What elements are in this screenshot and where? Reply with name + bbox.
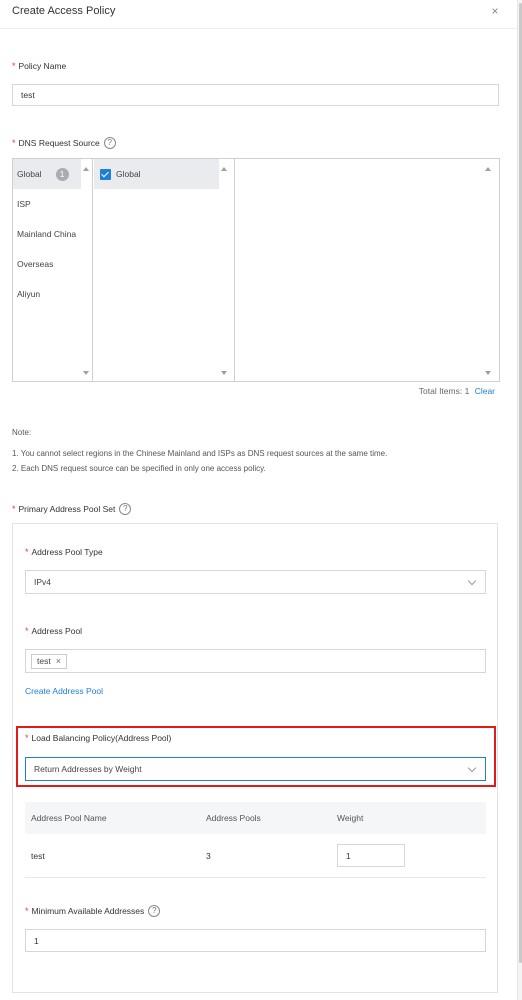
clear-link[interactable]: Clear [475,386,495,396]
category-item-overseas[interactable]: Overseas [13,249,81,279]
category-label: Overseas [17,259,54,269]
scroll-up-icon[interactable] [485,167,491,171]
scroll-up-icon[interactable] [221,167,227,171]
cell-pool-name: test [31,851,45,861]
pool-type-label-text: Address Pool Type [31,547,103,557]
category-item-mainland-china[interactable]: Mainland China [13,219,81,249]
chevron-down-icon [467,763,477,773]
source-option-list: Global [94,159,235,381]
min-addresses-label: * Minimum Available Addresses ? [25,905,161,917]
note-line-2: 2. Each DNS request source can be specif… [12,464,266,473]
min-addresses-value: 1 [34,935,39,946]
pool-type-select[interactable]: IPv4 [25,570,486,594]
chevron-down-icon [467,576,477,586]
lb-policy-value: Return Addresses by Weight [34,764,142,774]
col-header-name: Address Pool Name [31,813,107,823]
policy-name-input[interactable]: test [12,84,499,106]
pool-type-label: * Address Pool Type [25,547,103,557]
dialog-scrollbar[interactable] [517,0,522,1000]
policy-name-value: test [21,90,35,100]
required-mark: * [12,138,16,148]
option-item-global[interactable]: Global [94,159,219,189]
category-scrollbar[interactable] [81,159,93,381]
required-mark: * [12,504,16,514]
policy-name-label-text: Policy Name [18,61,67,71]
table-row: test 3 1 [25,834,486,878]
pool-table-header: Address Pool Name Address Pools Weight [25,802,486,834]
selected-list [236,159,499,381]
primary-pool-label-text: Primary Address Pool Set [18,504,116,514]
option-label: Global [116,169,141,179]
help-icon[interactable]: ? [119,503,132,515]
category-label: ISP [17,199,31,209]
primary-pool-label: * Primary Address Pool Set ? [12,503,132,515]
required-mark: * [25,626,29,636]
help-icon[interactable]: ? [148,905,161,917]
lb-policy-label: * Load Balancing Policy(Address Pool) [25,733,171,743]
lb-policy-select[interactable]: Return Addresses by Weight [25,757,486,781]
pool-type-value: IPv4 [34,577,52,587]
help-icon[interactable]: ? [103,137,116,149]
create-address-pool-link[interactable]: Create Address Pool [25,686,103,696]
total-items: Total Items: 1 [418,386,470,396]
scroll-down-icon[interactable] [83,371,89,375]
source-category-list: Global 1 ISP Mainland China Overseas Ali… [13,159,93,381]
lb-policy-label-text: Load Balancing Policy(Address Pool) [31,733,172,743]
col-header-pools: Address Pools [206,813,261,823]
close-icon[interactable]: × [56,656,61,666]
category-item-isp[interactable]: ISP [13,189,81,219]
transfer-footer: Total Items: 1 Clear [419,386,495,396]
min-addresses-input[interactable]: 1 [25,929,486,952]
scroll-up-icon[interactable] [83,167,89,171]
tag-label: test [37,656,51,666]
category-item-aliyun[interactable]: Aliyun [13,279,81,309]
dialog-title: Create Access Policy [12,5,116,17]
address-pool-label: * Address Pool [25,626,82,636]
category-label: Global [17,169,42,179]
min-addresses-label-text: Minimum Available Addresses [31,906,145,916]
category-item-global[interactable]: Global 1 [13,159,81,189]
required-mark: * [12,61,16,71]
policy-name-label: * Policy Name [12,61,66,71]
dns-source-label: * DNS Request Source ? [12,137,116,149]
close-icon[interactable]: × [489,5,501,17]
col-header-weight: Weight [337,813,364,823]
count-badge: 1 [55,167,69,181]
address-pool-multiselect[interactable]: test × [25,649,486,673]
address-pool-label-text: Address Pool [31,626,83,636]
dns-source-label-text: DNS Request Source [18,138,100,148]
header-divider [0,28,517,29]
address-pool-tag: test × [31,653,67,669]
dns-source-transfer: Global 1 ISP Mainland China Overseas Ali… [12,158,500,382]
note-line-1: 1. You cannot select regions in the Chin… [12,449,388,458]
required-mark: * [25,733,29,743]
scroll-down-icon[interactable] [221,371,227,375]
cell-pool-count: 3 [206,851,211,861]
weight-input[interactable]: 1 [337,844,405,867]
required-mark: * [25,547,29,557]
required-mark: * [25,906,29,916]
category-label: Aliyun [17,289,41,299]
category-label: Mainland China [17,229,77,239]
checkbox-checked-icon[interactable] [100,168,111,180]
weight-value: 1 [346,850,351,861]
create-access-policy-dialog: Create Access Policy × * Policy Name tes… [0,0,517,1000]
scroll-down-icon[interactable] [485,371,491,375]
note-heading: Note: [12,428,32,437]
